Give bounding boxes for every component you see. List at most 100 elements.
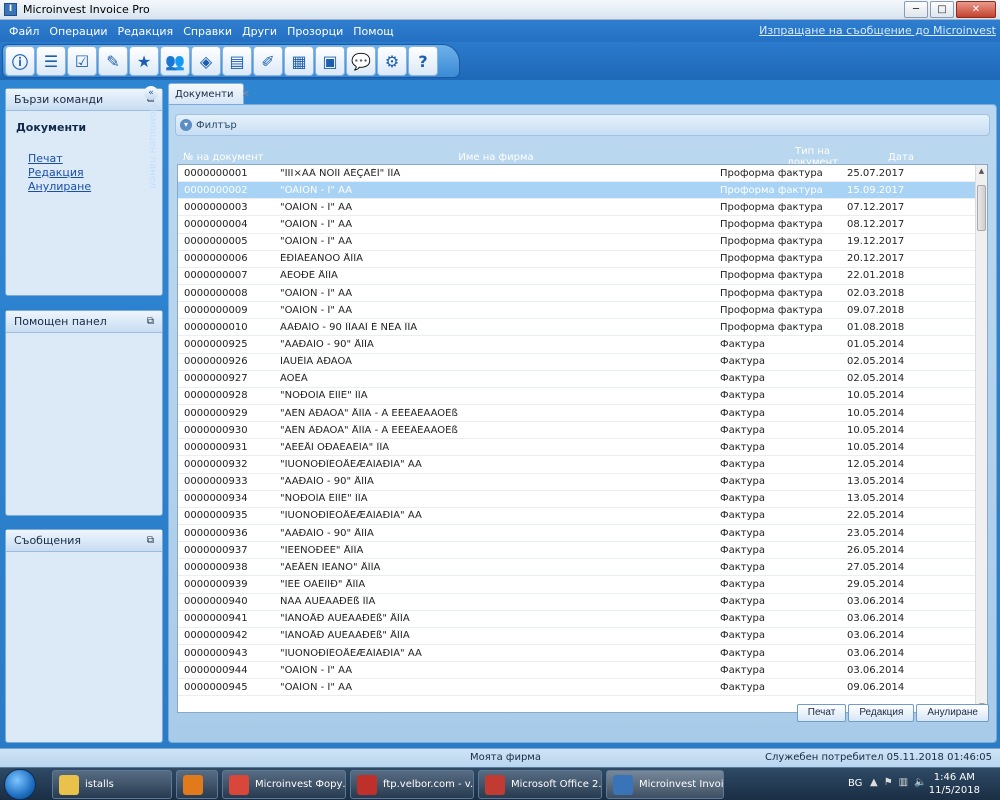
- volume-icon[interactable]: 🔈: [914, 777, 926, 788]
- scrollbar-thumb[interactable]: [977, 185, 986, 231]
- table-row[interactable]: 0000000003 "ÕÀÍÓÑ - Î" ÀÄ Проформа фактура…: [178, 199, 987, 217]
- column-header-company[interactable]: Име на фирма: [273, 152, 719, 163]
- chat-bubble-icon[interactable]: 💬: [346, 46, 376, 76]
- table-row[interactable]: 0000000943 "ÏÚÒÑÒÐÎÈÒÅËÆÀÍÀÐÍÃ" ÀÄ Фактура…: [178, 645, 987, 663]
- users-icon[interactable]: 👥: [160, 46, 190, 76]
- cancel-document-button[interactable]: Анулиране: [916, 704, 989, 722]
- table-row[interactable]: 0000000008 "ÕÀÍÓÑ - Î" ÀÄ Проформа фактура…: [178, 285, 987, 303]
- user-card-icon[interactable]: ▦: [284, 46, 314, 76]
- taskbar: istalls Microinvest Фору... ftp.velbor.com…: [0, 767, 1000, 800]
- table-row[interactable]: 0000000938 "ÀËÅÊÑ ÏËÀÑÒ" ÅÎÎÄ Фактура 27.05…: [178, 559, 987, 577]
- taskbar-item[interactable]: istalls: [52, 770, 172, 799]
- table-row[interactable]: 0000000934 "ÑÒÐÓÍÀ ÊÎÌÈ" ÎÎÄ Фактура 13.05.…: [178, 491, 987, 508]
- doc-number-cell: 0000000006: [184, 253, 248, 265]
- quick-link-cancel[interactable]: Анулиране: [28, 180, 152, 194]
- table-row[interactable]: 0000000006 ÈÐÍÁÈÀÑÒÒ ÅÎÎÄ Проформа фактура…: [178, 251, 987, 268]
- notepad-icon[interactable]: ✐: [253, 46, 283, 76]
- table-row[interactable]: 0000000942 "ÌÀÑÒÅÐ ÀÚÈÃÀÐÈß" ÅÎÎÄ Фактура 0…: [178, 628, 987, 645]
- table-row[interactable]: 0000000941 "ÌÀÑÒÅÐ ÀÚÈÃÀÐÈß" ÅÎÎÄ Фактура 0…: [178, 611, 987, 628]
- company-cell: "ÏÚÒÑÒÐÎÈÒÅËÆÀÍÀÐÍÃ" ÀÄ: [280, 647, 422, 659]
- maximize-button[interactable]: □: [930, 1, 954, 18]
- menu-edit[interactable]: Редакция: [113, 25, 179, 38]
- doc-type-cell: Фактура: [720, 596, 765, 608]
- table-row[interactable]: 0000000929 "ÁÈÑ ÂÐÀÒÀ" ÅÎÎÄ - Â ËÈÊÂÈÄÀÖÈ…: [178, 405, 987, 423]
- scroll-up-icon[interactable]: ▲: [976, 165, 987, 177]
- table-row[interactable]: 0000000944 "ÕÀÍÓÑ - Î" ÀÄ Фактура 03.06.201…: [178, 662, 987, 680]
- table-row[interactable]: 0000000007 ÂÈÕÐÈ ÅÎÎÄ Проформа фактура 22.0…: [178, 268, 987, 285]
- table-row[interactable]: 0000000009 "ÕÀÍÓÑ - Î" ÀÄ Проформа фактура…: [178, 302, 987, 320]
- doc-number-cell: 0000000005: [184, 236, 248, 248]
- taskbar-item[interactable]: Microsoft Office 2...: [478, 770, 602, 799]
- menu-file[interactable]: Файл: [4, 25, 44, 38]
- table-row[interactable]: 0000000940 ÑÀÄ ÀÚÈÃÀÐÈß ÎÎÄ Фактура 03.06.2…: [178, 594, 987, 611]
- document-list-icon[interactable]: ☰: [36, 46, 66, 76]
- taskbar-item[interactable]: Microinvest Invoi...: [606, 770, 724, 799]
- table-row[interactable]: 0000000936 "ÃÀÐÀÍÒ - 90" ÅÎÎÄ Фактура 23.05…: [178, 525, 987, 543]
- tab-documents[interactable]: Документи ✕: [168, 83, 250, 104]
- tray-expand-icon[interactable]: ▲: [870, 777, 878, 788]
- language-indicator[interactable]: BG: [848, 778, 862, 789]
- edit-button[interactable]: Редакция: [848, 704, 915, 722]
- tab-close-icon[interactable]: ✕: [241, 89, 249, 100]
- menu-other[interactable]: Други: [237, 25, 282, 38]
- taskbar-item[interactable]: ftp.velbor.com - v...: [350, 770, 474, 799]
- taskbar-item[interactable]: [176, 770, 218, 799]
- start-button[interactable]: [4, 769, 36, 800]
- checkbox-icon[interactable]: ☑: [67, 46, 97, 76]
- table-row[interactable]: 0000000002 "ÕÀÍÓÑ - Î" ÀÄ Проформа фактура…: [178, 182, 987, 200]
- tray-icons: ▲ ⚑ ▥ 🔈: [870, 777, 927, 788]
- menu-help[interactable]: Помощ: [348, 25, 398, 38]
- date-cell: 13.05.2014: [847, 476, 905, 488]
- column-header-doc-number[interactable]: № на документ: [177, 152, 273, 163]
- table-row[interactable]: 0000000927 ÁÓÊÀ Фактура 02.05.2014: [178, 371, 987, 388]
- minimize-button[interactable]: ─: [904, 1, 928, 18]
- print-button[interactable]: Печат: [796, 704, 847, 722]
- menu-operations[interactable]: Операции: [44, 25, 112, 38]
- cube-icon[interactable]: ◈: [191, 46, 221, 76]
- table-row[interactable]: 0000000010 ÂÀÐÀÍÒ - 90 ÎÎÄÀÎ È ÑÈÀ ÎÎÄ Про…: [178, 319, 987, 337]
- table-row[interactable]: 0000000930 "ÁÈÑ ÂÐÀÒÀ" ÅÎÎÄ - Â ËÈÊÂÈÄÀÖÈ…: [178, 422, 987, 440]
- info-icon[interactable]: ⓘ: [5, 46, 35, 76]
- help-panel-vertical-tab[interactable]: Помощен панел: [144, 104, 158, 224]
- help-icon[interactable]: ?: [408, 46, 438, 76]
- send-message-link[interactable]: Изпращане на съобщение до Microinvest: [759, 24, 996, 37]
- taskbar-item-label: ftp.velbor.com - v...: [383, 779, 474, 790]
- edit-icon[interactable]: ✎: [98, 46, 128, 76]
- vertical-scrollbar[interactable]: ▲ ▼: [975, 165, 987, 712]
- table-row[interactable]: 0000000005 "ÕÀÍÓÑ - Î" ÀÄ Проформа фактура…: [178, 234, 987, 251]
- table-row[interactable]: 0000000926 ÍÀÙÈÍÀ ÂÐÀÒÀ Фактура 02.05.2014: [178, 354, 987, 371]
- table-row[interactable]: 0000000945 "ÕÀÍÓÑ - Î" ÀÄ Фактура 09.06.201…: [178, 679, 987, 697]
- gears-icon[interactable]: ⚙: [377, 46, 407, 76]
- table-row[interactable]: 0000000933 "ÃÀÐÀÍÒ - 90" ÅÎÎÄ Фактура 13.05…: [178, 474, 987, 491]
- table-row[interactable]: 0000000925 "ÃÀÐÀÍÒ - 90" ÅÎÎÄ Фактура 01.05…: [178, 336, 987, 354]
- table-row[interactable]: 0000000935 "ÏÚÒÑÒÐÎÈÒÅËÆÀÍÀÐÍÃ" ÀÄ Фактура…: [178, 508, 987, 525]
- menu-reports[interactable]: Справки: [178, 25, 237, 38]
- quick-link-print[interactable]: Печат: [28, 152, 152, 166]
- table-row[interactable]: 0000000931 "ÀËÈÅÍ ÒÐÀÉÄÈÍÃ" ÎÎÄ Фактура 10.…: [178, 439, 987, 457]
- column-header-date[interactable]: Дата: [846, 152, 956, 163]
- menu-windows[interactable]: Прозорци: [282, 25, 348, 38]
- table-row[interactable]: 0000000937 "ÏËÊÑÒÐÈÉ" ÅÎÎÄ Фактура 26.05.20…: [178, 542, 987, 560]
- quick-link-edit[interactable]: Редакция: [28, 166, 152, 180]
- network-icon[interactable]: ▥: [899, 777, 908, 788]
- table-row[interactable]: 0000000004 "ÕÀÍÓÑ - Î" ÀÄ Проформа фактура…: [178, 216, 987, 234]
- book-icon[interactable]: ▤: [222, 46, 252, 76]
- clock[interactable]: 1:46 AM 11/5/2018: [929, 771, 980, 797]
- restore-panel-icon[interactable]: ⧉: [147, 316, 154, 327]
- table-row[interactable]: 0000000939 "ÏËÈ ÓÀÊÎÍÐ" ÅÎÎÄ Фактура 29.05.…: [178, 576, 987, 594]
- invoice-app-icon: [613, 774, 633, 795]
- box-icon[interactable]: ▣: [315, 46, 345, 76]
- company-cell: "ÕÀÍÓÑ - Î" ÀÄ: [280, 201, 353, 213]
- star-icon[interactable]: ★: [129, 46, 159, 76]
- table-row[interactable]: 0000000001 "ÏÏÏ×ÀÂ ÑÒÎÏ ÂÈÇÀÉÍ" ÎÎÄ Профор…: [178, 165, 987, 183]
- doc-type-cell: Фактура: [720, 424, 765, 436]
- expand-filter-icon[interactable]: ▾: [180, 119, 192, 131]
- table-row[interactable]: 0000000932 "ÏÚÒÑÒÐÎÈÒÅËÆÀÍÀÐÍÃ" ÀÄ Фактура…: [178, 456, 987, 474]
- flag-icon[interactable]: ⚑: [884, 777, 893, 788]
- close-button[interactable]: ✕: [956, 1, 996, 18]
- table-row[interactable]: 0000000928 "ÑÒÐÓÍÀ ÊÎÌÈ" ÎÎÄ Фактура 10.05.…: [178, 388, 987, 405]
- collapse-help-panel-button[interactable]: «: [144, 86, 158, 100]
- restore-panel-icon[interactable]: ⧉: [147, 535, 154, 546]
- filter-bar[interactable]: ▾ Филтър: [175, 114, 990, 136]
- taskbar-item[interactable]: Microinvest Фору...: [222, 770, 346, 799]
